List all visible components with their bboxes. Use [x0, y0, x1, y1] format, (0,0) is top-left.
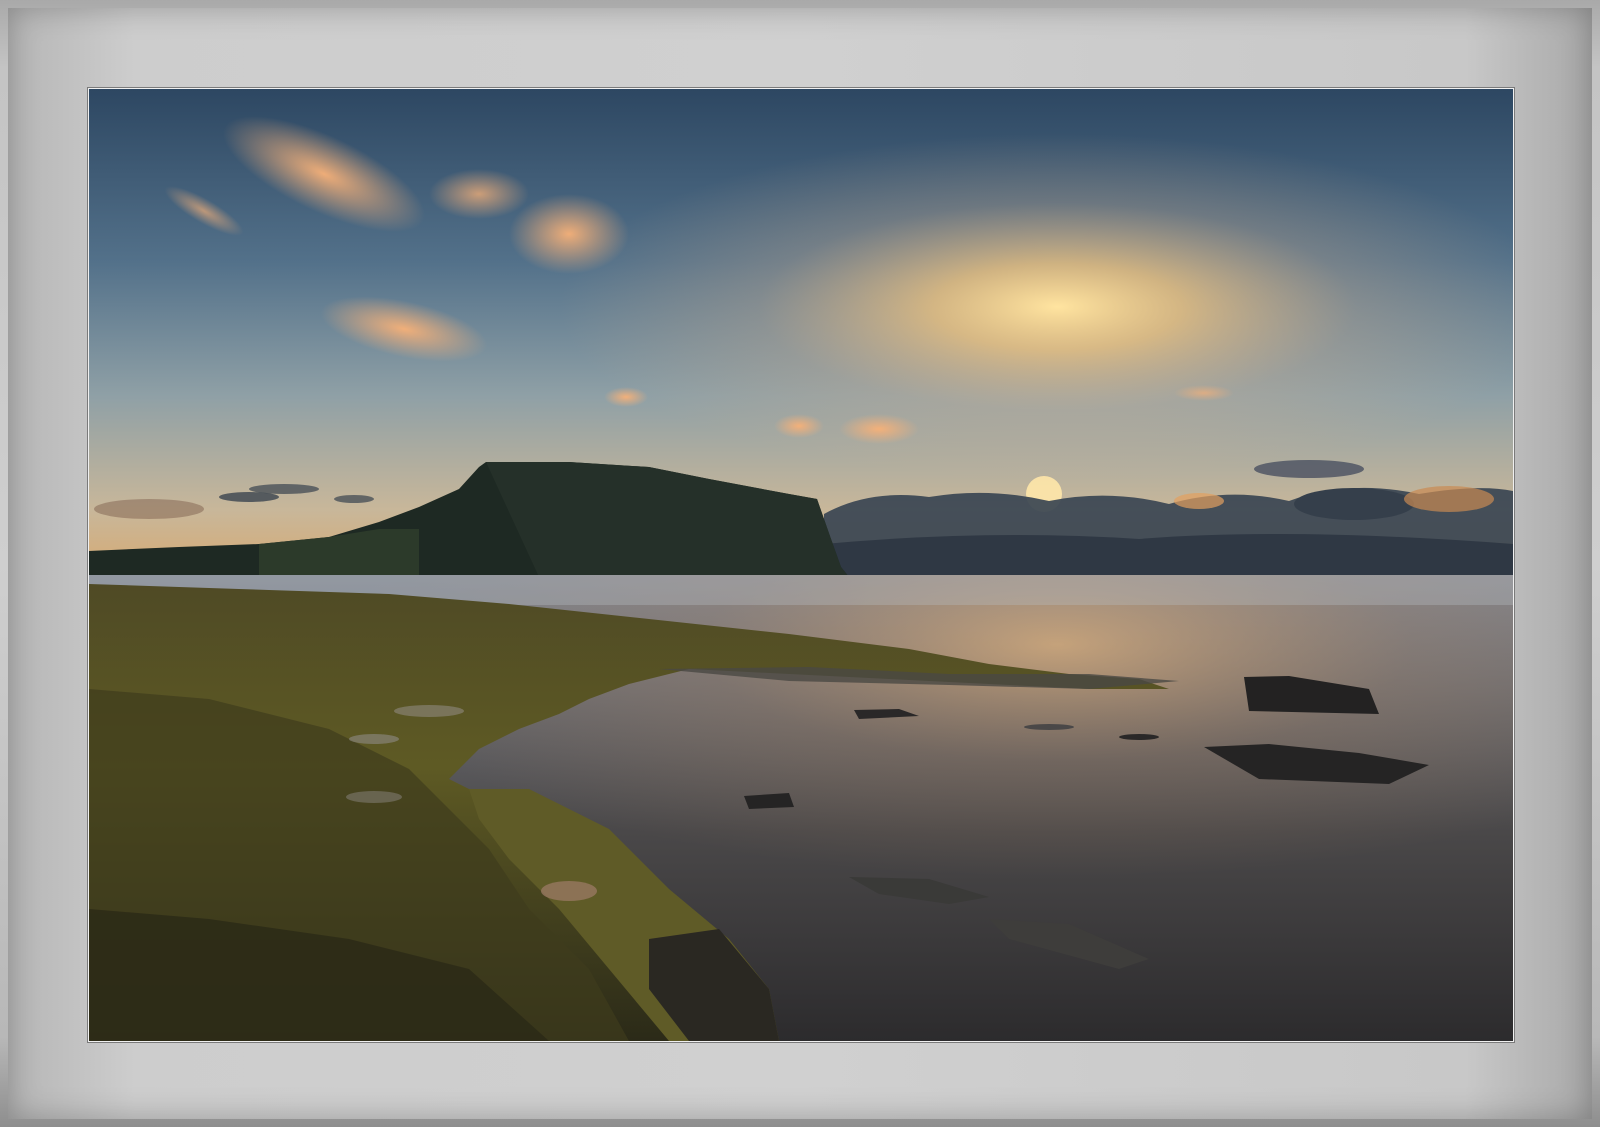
picture-frame: [0, 0, 1600, 1127]
landscape-photo: [87, 87, 1515, 1043]
